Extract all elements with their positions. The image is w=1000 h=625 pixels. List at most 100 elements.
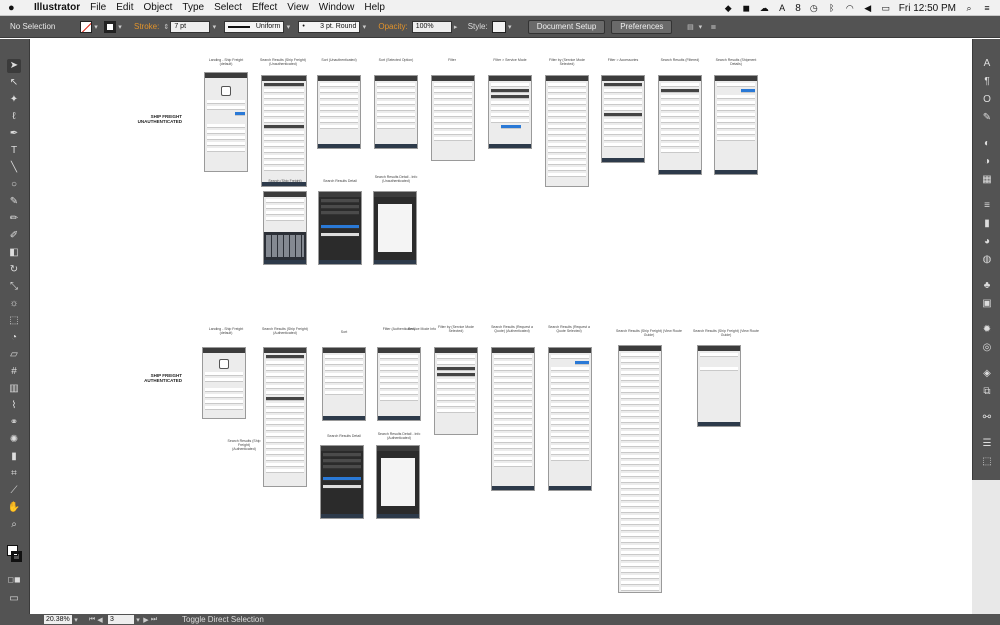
chevron-right-icon[interactable]: ▸ bbox=[452, 21, 460, 33]
brushes-panel-icon[interactable]: ✎ bbox=[980, 111, 994, 125]
align-panel-icon[interactable]: ☰ bbox=[980, 437, 994, 451]
color-panel-icon[interactable]: ◐ bbox=[980, 137, 994, 151]
stroke-profile-select[interactable]: Uniform bbox=[224, 20, 285, 33]
chevron-down-icon[interactable]: ▾ bbox=[506, 21, 514, 33]
menu-type[interactable]: Type bbox=[182, 2, 204, 13]
brush-select[interactable]: • 3 pt. Round bbox=[298, 20, 361, 33]
screen-mode-icon[interactable]: ▭ bbox=[7, 592, 21, 606]
dropbox-icon[interactable]: ◆ bbox=[723, 3, 733, 13]
document-canvas[interactable]: SHIP FREIGHT UNAUTHENTICATED SHIP FREIGHT… bbox=[30, 39, 972, 614]
info-panel-icon[interactable]: ◎ bbox=[980, 341, 994, 355]
blend-tool-icon[interactable]: ⚭ bbox=[7, 416, 21, 430]
menu-object[interactable]: Object bbox=[143, 2, 172, 13]
menubar-clock[interactable]: Fri 12:50 PM bbox=[899, 3, 956, 14]
chevron-down-icon[interactable]: ▾ bbox=[92, 21, 100, 33]
apple-icon[interactable]: ● bbox=[8, 2, 22, 14]
shape-builder-tool-icon[interactable]: ◔ bbox=[7, 331, 21, 345]
layers-panel-icon[interactable]: ◈ bbox=[980, 367, 994, 381]
stroke-swatch[interactable] bbox=[104, 20, 116, 33]
artboard[interactable] bbox=[697, 345, 741, 427]
next-artboard-icon[interactable]: ▶ bbox=[142, 616, 150, 624]
chevron-down-icon[interactable]: ▾ bbox=[134, 616, 142, 624]
symbols-panel-icon[interactable]: ♣ bbox=[980, 279, 994, 293]
column-graph-tool-icon[interactable]: ▮ bbox=[7, 450, 21, 464]
links-panel-icon[interactable]: ⚯ bbox=[980, 411, 994, 425]
free-transform-tool-icon[interactable]: ⬚ bbox=[7, 314, 21, 328]
magic-wand-tool-icon[interactable]: ✦ bbox=[7, 93, 21, 107]
artboard[interactable] bbox=[545, 75, 589, 187]
mesh-tool-icon[interactable]: # bbox=[7, 365, 21, 379]
blob-brush-tool-icon[interactable]: ✐ bbox=[7, 229, 21, 243]
artboard[interactable] bbox=[376, 445, 420, 519]
zoom-tool-icon[interactable]: ⌕ bbox=[7, 518, 21, 532]
spotlight-icon[interactable]: ⌕ bbox=[964, 3, 974, 13]
opacity-label[interactable]: Opacity: bbox=[378, 22, 407, 31]
navigator-panel-icon[interactable]: ✹ bbox=[980, 323, 994, 337]
chevron-down-icon[interactable]: ▾ bbox=[210, 21, 218, 33]
scale-tool-icon[interactable]: ⤡ bbox=[7, 280, 21, 294]
stroke-label[interactable]: Stroke: bbox=[134, 22, 159, 31]
line-tool-icon[interactable]: ╲ bbox=[7, 161, 21, 175]
transform-panel-icon[interactable]: ⬚ bbox=[980, 455, 994, 469]
artboard[interactable] bbox=[431, 75, 475, 161]
chevron-down-icon[interactable]: ▾ bbox=[360, 21, 368, 33]
ellipse-tool-icon[interactable]: ○ bbox=[7, 178, 21, 192]
stroke-panel-icon[interactable]: ≡ bbox=[980, 199, 994, 213]
selection-tool-icon[interactable]: ➤ bbox=[7, 59, 21, 73]
first-artboard-icon[interactable]: ⏮ bbox=[88, 616, 96, 624]
artboard[interactable] bbox=[618, 345, 662, 593]
menu-app-name[interactable]: Illustrator bbox=[34, 2, 80, 13]
artboard[interactable] bbox=[320, 445, 364, 519]
appearance-panel-icon[interactable]: ◍ bbox=[980, 253, 994, 267]
artboard-number-field[interactable]: 3 bbox=[108, 615, 134, 624]
artboard[interactable] bbox=[263, 191, 307, 265]
slice-tool-icon[interactable]: ⟋ bbox=[7, 484, 21, 498]
transparency-panel-icon[interactable]: ◕ bbox=[980, 235, 994, 249]
artboard[interactable] bbox=[374, 75, 418, 149]
artboard[interactable] bbox=[322, 347, 366, 421]
artboard[interactable] bbox=[263, 347, 307, 487]
eraser-tool-icon[interactable]: ◧ bbox=[7, 246, 21, 260]
time-machine-icon[interactable]: ◷ bbox=[809, 3, 819, 13]
eyedropper-tool-icon[interactable]: ⌇ bbox=[7, 399, 21, 413]
preferences-button[interactable]: Preferences bbox=[611, 19, 673, 34]
artboard[interactable] bbox=[318, 191, 362, 265]
arrange-documents-icon[interactable]: ▤ bbox=[684, 21, 696, 33]
opentype-panel-icon[interactable]: O bbox=[980, 93, 994, 107]
volume-icon[interactable]: ◀ bbox=[863, 3, 873, 13]
document-setup-button[interactable]: Document Setup bbox=[527, 19, 606, 34]
stroke-weight-field[interactable]: 7 pt bbox=[170, 20, 211, 33]
gradient-panel-icon[interactable]: ▮ bbox=[980, 217, 994, 231]
fill-stroke-swatches-icon[interactable] bbox=[7, 545, 22, 565]
perspective-tool-icon[interactable]: ▱ bbox=[7, 348, 21, 362]
direct-selection-tool-icon[interactable]: ↖ bbox=[7, 76, 21, 90]
menu-effect[interactable]: Effect bbox=[252, 2, 277, 13]
pen-tool-icon[interactable]: ✒ bbox=[7, 127, 21, 141]
artboard[interactable] bbox=[202, 347, 246, 419]
opacity-field[interactable]: 100% bbox=[411, 20, 452, 33]
rotate-tool-icon[interactable]: ↻ bbox=[7, 263, 21, 277]
artboard[interactable] bbox=[373, 191, 417, 265]
color-guide-panel-icon[interactable]: ◑ bbox=[980, 155, 994, 169]
chevron-down-icon[interactable]: ▾ bbox=[284, 21, 292, 33]
lasso-tool-icon[interactable]: ℓ bbox=[7, 110, 21, 124]
chevron-down-icon[interactable]: ▾ bbox=[116, 21, 124, 33]
character-panel-icon[interactable]: A bbox=[980, 57, 994, 71]
menu-edit[interactable]: Edit bbox=[116, 2, 133, 13]
artboard[interactable] bbox=[261, 75, 307, 187]
type-tool-icon[interactable]: T bbox=[7, 144, 21, 158]
notification-center-icon[interactable]: ≡ bbox=[982, 3, 992, 13]
artboard[interactable] bbox=[658, 75, 702, 175]
stepper-icon[interactable]: ⇕ bbox=[162, 21, 170, 33]
symbol-sprayer-tool-icon[interactable]: ✺ bbox=[7, 433, 21, 447]
hand-tool-icon[interactable]: ✋ bbox=[7, 501, 21, 515]
menu-view[interactable]: View bbox=[287, 2, 309, 13]
evernote-icon[interactable]: ◼ bbox=[741, 3, 751, 13]
menu-help[interactable]: Help bbox=[364, 2, 385, 13]
status-message[interactable]: Toggle Direct Selection bbox=[182, 615, 264, 624]
cloud-icon[interactable]: ☁ bbox=[759, 3, 769, 13]
artboards-panel-icon[interactable]: ⧉ bbox=[980, 385, 994, 399]
zoom-level-field[interactable]: 20.38% bbox=[44, 615, 72, 624]
panel-menu-icon[interactable]: ≣ bbox=[707, 21, 719, 33]
paragraph-panel-icon[interactable]: ¶ bbox=[980, 75, 994, 89]
